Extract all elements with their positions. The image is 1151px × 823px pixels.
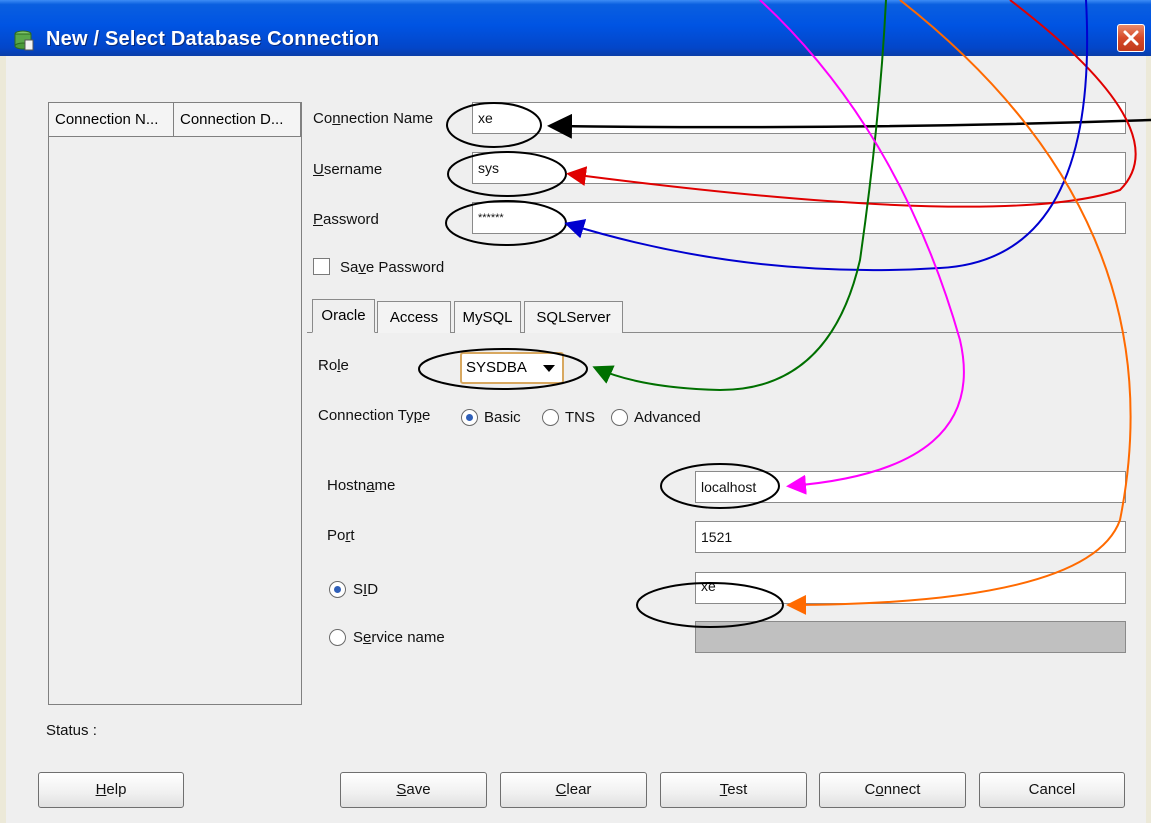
connect-button[interactable]: Connect: [819, 772, 966, 808]
status-label: Status :: [46, 722, 97, 739]
save-password-checkbox[interactable]: [313, 258, 330, 275]
hostname-label: Hostname: [327, 477, 396, 494]
column-header-connection-name[interactable]: Connection N...: [49, 103, 174, 137]
radio-service-name[interactable]: [329, 629, 346, 646]
save-password-label[interactable]: Save Password: [340, 259, 444, 276]
help-button[interactable]: Help: [38, 772, 184, 808]
test-button[interactable]: Test: [660, 772, 807, 808]
connection-list[interactable]: Connection N... Connection D...: [48, 102, 302, 705]
role-select[interactable]: SYSDBA: [460, 352, 564, 384]
tab-mysql[interactable]: MySQL: [454, 301, 521, 333]
save-button[interactable]: Save: [340, 772, 487, 808]
radio-sid[interactable]: [329, 581, 346, 598]
service-name-input: [695, 621, 1126, 653]
connection-name-label: Connection Name: [313, 110, 434, 127]
role-label: Role: [318, 357, 349, 374]
database-icon: [14, 30, 34, 51]
radio-advanced[interactable]: [611, 409, 628, 426]
hostname-input[interactable]: localhost: [695, 471, 1126, 503]
port-label: Port: [327, 527, 355, 544]
password-label: Password: [313, 211, 379, 228]
clear-button[interactable]: Clear: [500, 772, 647, 808]
close-icon: [1123, 30, 1139, 46]
close-button[interactable]: [1117, 24, 1145, 52]
tab-access[interactable]: Access: [377, 301, 451, 333]
sid-label[interactable]: SID: [353, 581, 378, 598]
title-bar: New / Select Database Connection: [0, 0, 1151, 56]
tab-oracle[interactable]: Oracle: [312, 299, 375, 333]
username-label: Username: [313, 161, 383, 178]
tab-sqlserver[interactable]: SQLServer: [524, 301, 623, 333]
username-input[interactable]: sys: [472, 152, 1126, 184]
port-input[interactable]: 1521: [695, 521, 1126, 553]
radio-advanced-label[interactable]: Advanced: [634, 409, 701, 426]
connection-type-label: Connection Type: [318, 407, 431, 424]
service-name-label[interactable]: Service name: [353, 629, 445, 646]
radio-tns-label[interactable]: TNS: [565, 409, 595, 426]
window-title: New / Select Database Connection: [46, 28, 380, 50]
radio-basic-label[interactable]: Basic: [484, 409, 521, 426]
cancel-button[interactable]: Cancel: [979, 772, 1125, 808]
role-value: SYSDBA: [466, 359, 527, 376]
column-header-connection-details[interactable]: Connection D...: [174, 103, 301, 137]
sid-input[interactable]: xe: [695, 572, 1126, 604]
radio-basic[interactable]: [461, 409, 478, 426]
password-input[interactable]: ******: [472, 202, 1126, 234]
radio-tns[interactable]: [542, 409, 559, 426]
chevron-down-icon: [543, 365, 555, 372]
connection-name-input[interactable]: xe: [472, 102, 1126, 134]
